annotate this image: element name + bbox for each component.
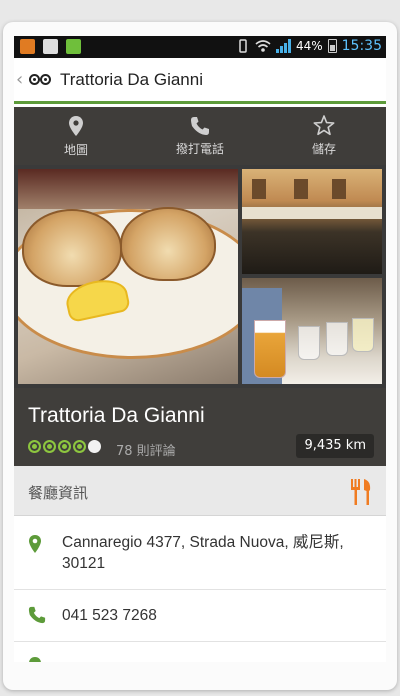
rating-bubbles xyxy=(28,440,101,453)
photo-drinks[interactable] xyxy=(242,278,382,384)
app-notification-icon xyxy=(66,39,81,54)
star-icon xyxy=(313,115,335,136)
restaurant-name: Trattoria Da Gianni xyxy=(28,404,205,427)
save-action-label: 儲存 xyxy=(311,142,336,156)
location-pin-icon xyxy=(29,657,41,662)
phone-number-text: 041 523 7268 xyxy=(62,607,157,624)
image-notification-icon xyxy=(43,39,58,54)
location-pin-icon xyxy=(29,535,41,553)
page-title: Trattoria Da Gianni xyxy=(60,69,203,89)
map-action-button[interactable]: 地圖 xyxy=(14,107,138,165)
wifi-icon xyxy=(255,40,271,52)
phone-screen: 44% 15:35 ‹ Trattoria Da Gianni 地圖 撥打電話 … xyxy=(14,36,386,662)
distance-badge: 9,435 km xyxy=(296,434,374,458)
phone-icon xyxy=(28,606,46,624)
address-text: Cannaregio 4377, Strada Nuova, 威尼斯, 3012… xyxy=(62,534,344,572)
phone-icon xyxy=(191,116,209,135)
app-bar: ‹ Trattoria Da Gianni xyxy=(14,58,386,104)
rating-bubble-filled xyxy=(43,440,56,453)
clock: 15:35 xyxy=(341,38,382,54)
info-section-title: 餐廳資訊 xyxy=(28,484,89,502)
call-action-label: 撥打電話 xyxy=(175,141,224,156)
tripadvisor-logo-icon[interactable] xyxy=(28,72,54,88)
rating-bubble-filled xyxy=(73,440,86,453)
battery-percent: 44% xyxy=(295,39,323,53)
save-action-button[interactable]: 儲存 xyxy=(262,107,386,165)
restaurant-summary: Trattoria Da Gianni 78 則評論 9,435 km xyxy=(14,388,386,466)
main-photo-scallops[interactable] xyxy=(18,169,238,384)
address-row[interactable]: Cannaregio 4377, Strada Nuova, 威尼斯, 3012… xyxy=(14,516,386,590)
status-bar: 44% 15:35 xyxy=(14,36,386,58)
call-action-button[interactable]: 撥打電話 xyxy=(138,107,262,165)
signal-strength-icon xyxy=(275,39,291,53)
battery-icon xyxy=(327,39,337,53)
photo-storefront[interactable] xyxy=(242,169,382,274)
review-count[interactable]: 78 則評論 xyxy=(116,440,176,459)
fork-knife-icon xyxy=(351,479,371,505)
phone-vibrate-icon xyxy=(239,39,247,53)
photo-gallery xyxy=(14,165,386,388)
rating-bubble-filled xyxy=(58,440,71,453)
next-info-row[interactable] xyxy=(14,642,386,662)
back-chevron-icon[interactable]: ‹ xyxy=(16,69,26,90)
map-pin-icon xyxy=(69,115,83,136)
rating-bubble-empty xyxy=(88,440,101,453)
phone-row[interactable]: 041 523 7268 xyxy=(14,590,386,642)
info-section-header: 餐廳資訊 xyxy=(14,466,386,516)
rating-bubble-filled xyxy=(28,440,41,453)
action-bar: 地圖 撥打電話 儲存 xyxy=(14,107,386,165)
rss-notification-icon xyxy=(20,39,35,54)
map-action-label: 地圖 xyxy=(63,142,88,157)
